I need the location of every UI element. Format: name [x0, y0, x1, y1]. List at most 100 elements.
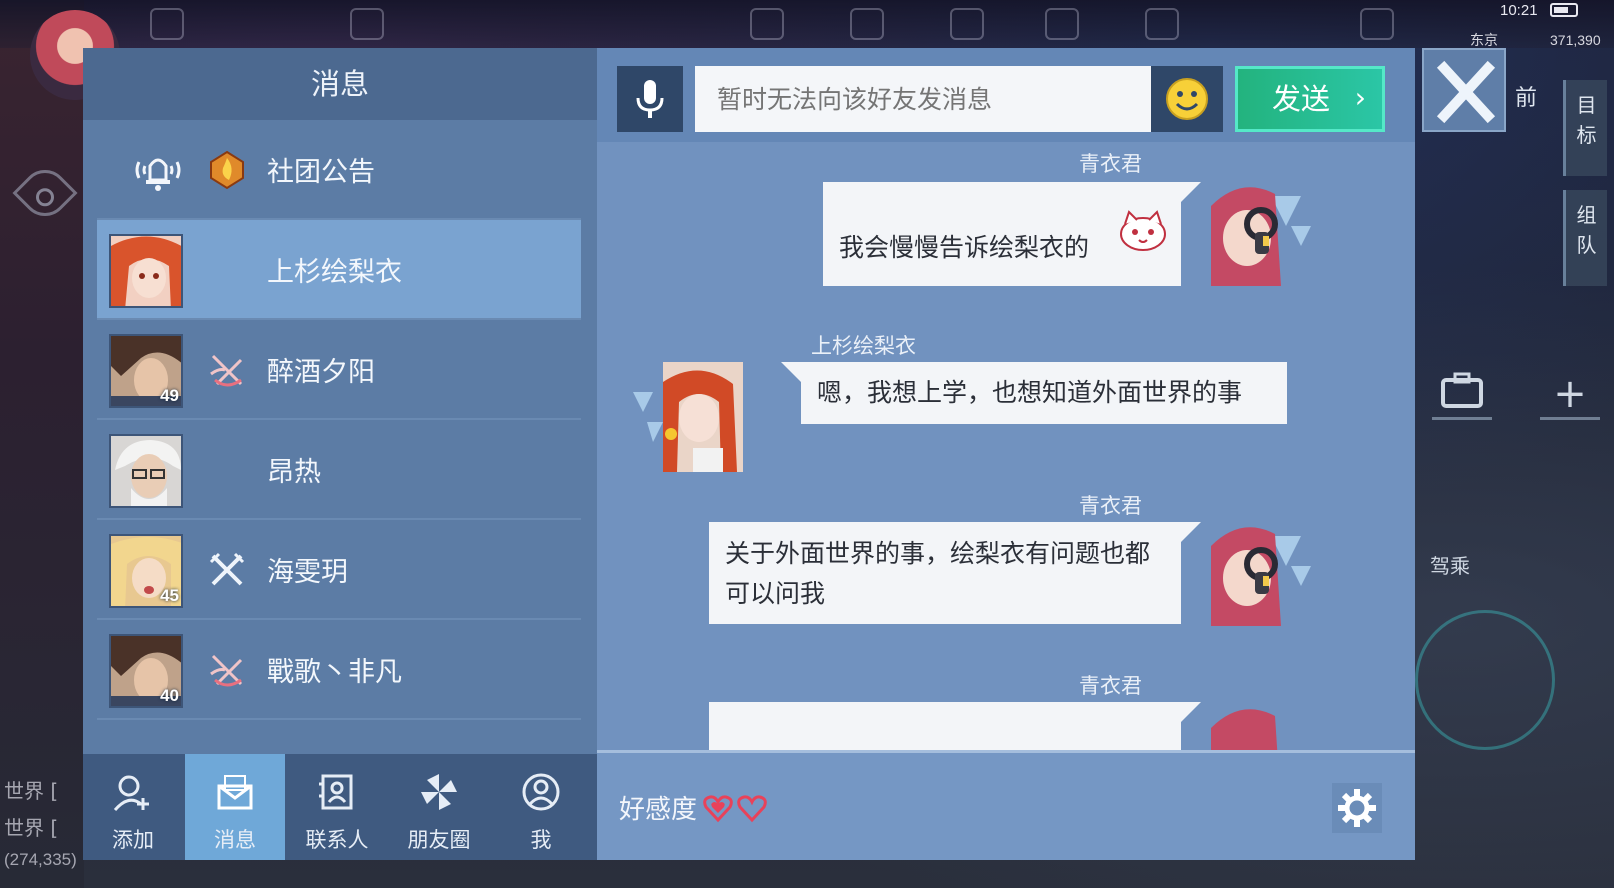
contact-name: 昂热	[267, 457, 321, 488]
cat-face-sticker-icon	[1120, 210, 1166, 251]
affinity-label: 好感度	[619, 795, 698, 825]
nav-messages[interactable]: 消息	[185, 754, 285, 860]
chevron-right-icon: ›	[1354, 81, 1366, 114]
nav-label: 我	[530, 828, 552, 852]
avatar: 49	[109, 334, 183, 408]
messages-panel: 消息 社团公告 上杉绘梨衣 49 醉酒夕阳 昂热 45 海雯玥 40 戰歌丶非凡…	[83, 48, 597, 860]
building-icon[interactable]	[1045, 8, 1079, 40]
voice-button[interactable]	[617, 66, 683, 132]
level-badge: 40	[160, 686, 179, 705]
close-icon	[1436, 60, 1496, 124]
nav-label: 联系人	[305, 828, 369, 852]
world-chat-line[interactable]: 世界 [	[4, 812, 58, 841]
message-bubble	[709, 702, 1201, 750]
settings-button[interactable]	[1332, 783, 1382, 833]
nav-me[interactable]: 我	[491, 754, 591, 860]
city-label: 东京	[1470, 33, 1498, 49]
contact-name: 社团公告	[267, 157, 375, 188]
heart-icon	[737, 795, 767, 823]
list-item-contact[interactable]: 上杉绘梨衣	[97, 220, 581, 320]
crossed-swords-icon	[210, 654, 243, 687]
sender-avatar	[1201, 516, 1311, 626]
briefcase-icon[interactable]	[1432, 372, 1492, 420]
heart-icon	[703, 795, 733, 823]
send-button[interactable]: 发送 ›	[1235, 66, 1385, 132]
message-bubble: 嗯，我想上学，也想知道外面世界的事	[781, 362, 1287, 424]
gear-icon	[1338, 789, 1376, 827]
plus-icon[interactable]: +	[1540, 372, 1600, 420]
nav-contacts[interactable]: 联系人	[287, 754, 387, 860]
sender-avatar	[1201, 698, 1311, 750]
moments-icon	[421, 774, 457, 810]
input-bar: 发送 ›	[597, 48, 1415, 142]
world-chat-coords: (274,335)	[4, 850, 77, 869]
crossed-swords-icon	[210, 354, 243, 387]
world-chat-line[interactable]: 世界 [	[4, 775, 58, 804]
battery-icon	[1550, 3, 1578, 17]
nav-label: 朋友圈	[407, 828, 471, 852]
background-scenery	[0, 0, 84, 888]
message-bubble: 关于外面世界的事，绘梨衣有问题也都 可以问我	[709, 522, 1201, 624]
contact-list[interactable]: 社团公告 上杉绘梨衣 49 醉酒夕阳 昂热 45 海雯玥 40 戰歌丶非凡	[83, 120, 597, 776]
bottom-nav: 添加 消息 联系人 朋友圈 我	[83, 754, 597, 860]
chat-footer: 好感度	[597, 750, 1415, 860]
gift-icon[interactable]	[750, 8, 784, 40]
nav-moments[interactable]: 朋友圈	[389, 754, 489, 860]
top-hud-bar: 10:21 东京 371,390	[0, 0, 1614, 49]
list-item-announcement[interactable]: 社团公告	[97, 120, 581, 220]
message-text-line: 关于外面世界的事，绘梨衣有问题也都	[725, 539, 1151, 568]
sender-name: 上杉绘梨衣	[811, 334, 916, 358]
message-bubble: 我会慢慢告诉绘梨衣的	[823, 182, 1201, 286]
notification-bell-icon	[135, 158, 181, 191]
send-label: 发送	[1272, 82, 1331, 116]
me-icon	[522, 773, 560, 811]
nav-add[interactable]: 添加	[83, 754, 183, 860]
sender-name: 青衣君	[1079, 674, 1142, 698]
coord-label: 371,390	[1550, 32, 1601, 48]
joystick[interactable]	[1415, 610, 1555, 750]
target-tab[interactable]: 目 标	[1563, 80, 1607, 176]
list-item-contact[interactable]: 49 醉酒夕阳	[97, 320, 581, 420]
drive-label[interactable]: 驾乘	[1430, 550, 1470, 579]
contact-name: 戰歌丶非凡	[267, 657, 402, 688]
list-item-contact[interactable]: 45 海雯玥	[97, 520, 581, 620]
sender-name: 青衣君	[1079, 494, 1142, 518]
add-friend-icon	[113, 775, 149, 812]
list-item-contact[interactable]: 昂热	[97, 420, 581, 520]
avatar: 40	[109, 634, 183, 708]
avatar: 45	[109, 534, 183, 608]
smiley-icon	[1166, 78, 1208, 120]
close-button[interactable]	[1422, 48, 1506, 132]
nav-label: 消息	[214, 828, 256, 852]
sender-avatar	[633, 362, 743, 472]
level-badge: 49	[160, 386, 179, 405]
cart-icon[interactable]	[850, 8, 884, 40]
hud-icon[interactable]	[150, 8, 184, 40]
clipboard-icon[interactable]	[350, 8, 384, 40]
contacts-icon	[319, 774, 353, 810]
level-badge: 45	[160, 586, 179, 605]
message-text-line: 可以问我	[725, 579, 826, 608]
house-icon[interactable]	[1145, 8, 1179, 40]
contact-name: 醉酒夕阳	[267, 357, 375, 388]
balloon-icon[interactable]	[950, 8, 984, 40]
avatar	[109, 234, 183, 308]
emoji-button[interactable]	[1151, 66, 1223, 132]
camera-icon[interactable]	[1360, 8, 1394, 40]
avatar	[109, 434, 183, 508]
message-list[interactable]: 青衣君 我会慢慢告诉绘梨衣的 上杉绘梨衣 嗯，我想上学，也想知道外面世界的事 青…	[597, 142, 1415, 750]
panel-title: 消息	[83, 48, 597, 120]
message-input[interactable]	[695, 66, 1151, 132]
contact-name: 海雯玥	[267, 557, 348, 588]
contact-name: 上杉绘梨衣	[267, 257, 402, 288]
chat-panel: 发送 › 青衣君 我会慢慢告诉绘梨衣的	[597, 48, 1415, 860]
team-tab[interactable]: 组 队	[1563, 190, 1607, 286]
sender-avatar	[1201, 176, 1311, 286]
microphone-icon	[636, 80, 664, 118]
message-text: 嗯，我想上学，也想知道外面世界的事	[817, 378, 1243, 407]
crossed-blades-icon	[209, 552, 245, 586]
sender-name: 青衣君	[1079, 152, 1142, 176]
message-text: 我会慢慢告诉绘梨衣的	[839, 233, 1090, 262]
list-item-contact[interactable]: 40 戰歌丶非凡	[97, 620, 581, 720]
clock: 10:21	[1500, 2, 1538, 19]
